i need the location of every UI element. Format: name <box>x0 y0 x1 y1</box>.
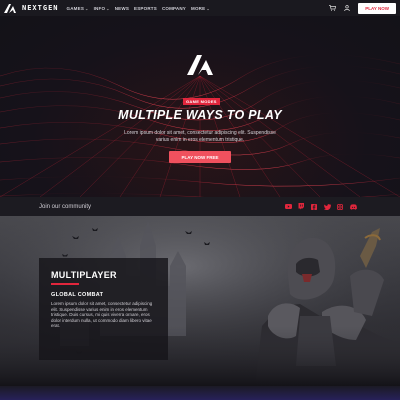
accent-divider <box>51 283 79 285</box>
chevron-down-icon: ⌄ <box>206 5 210 11</box>
next-section-strip <box>0 386 400 400</box>
hero-description: Lorem ipsum dolor sit amet, consectetur … <box>124 130 276 143</box>
game-modes-tag: GAME MODES <box>183 98 220 105</box>
menu-label: ESPORTS <box>134 5 157 11</box>
hero-section: GAME MODES MULTIPLE WAYS TO PLAY Lorem i… <box>0 16 400 197</box>
community-bar: Join our community <box>0 197 400 216</box>
play-now-nav-button[interactable]: PLAY NOW <box>358 2 396 14</box>
hero-title: MULTIPLE WAYS TO PLAY <box>118 108 282 122</box>
menu-label: COMPANY <box>161 5 187 11</box>
play-now-free-button[interactable]: PLAY NOW FREE <box>169 151 231 163</box>
main-menu: GAMES ⌄ INFO ⌄ NEWS ESPORTS COMPANY MORE ⌄ <box>67 6 210 11</box>
multiplayer-feature-section: MULTIPLAYER GLOBAL COMBAT Lorem ipsum do… <box>0 216 400 386</box>
nav-actions: PLAY NOW <box>328 2 396 14</box>
cart-icon[interactable] <box>328 4 336 12</box>
multiplayer-title: MULTIPLAYER <box>51 270 117 280</box>
facebook-icon[interactable] <box>310 203 318 211</box>
user-icon[interactable] <box>343 4 351 12</box>
menu-item-more[interactable]: MORE ⌄ <box>191 6 210 11</box>
menu-item-info[interactable]: INFO ⌄ <box>94 6 110 11</box>
community-label: Join our community <box>39 203 92 210</box>
twitch-icon[interactable] <box>297 203 305 211</box>
instagram-icon[interactable] <box>336 203 344 211</box>
hero-terrain-graphic <box>0 54 400 197</box>
menu-label: GAMES <box>66 5 85 11</box>
brand-logo-icon[interactable] <box>4 3 18 13</box>
twitter-icon[interactable] <box>323 203 331 211</box>
multiplayer-card: MULTIPLAYER GLOBAL COMBAT Lorem ipsum do… <box>39 258 168 360</box>
multiplayer-description: Lorem ipsum dolor sit amet, consectetur … <box>51 301 153 329</box>
global-combat-subtitle: GLOBAL COMBAT <box>51 292 104 298</box>
menu-label: INFO <box>93 5 106 11</box>
hero-logo-icon <box>186 51 214 79</box>
menu-item-esports[interactable]: ESPORTS <box>134 6 157 11</box>
menu-item-games[interactable]: GAMES ⌄ <box>67 6 89 11</box>
chevron-down-icon: ⌄ <box>85 5 89 11</box>
chevron-down-icon: ⌄ <box>106 5 110 11</box>
menu-label: NEWS <box>114 5 130 11</box>
youtube-icon[interactable] <box>284 203 292 211</box>
top-navbar: NEXTGEN GAMES ⌄ INFO ⌄ NEWS ESPORTS COMPAN… <box>0 0 400 16</box>
menu-item-company[interactable]: COMPANY <box>162 6 186 11</box>
discord-icon[interactable] <box>349 203 357 211</box>
menu-item-news[interactable]: NEWS <box>115 6 129 11</box>
brand-name[interactable]: NEXTGEN <box>22 4 59 12</box>
social-links <box>284 203 357 211</box>
menu-label: MORE <box>191 5 206 11</box>
